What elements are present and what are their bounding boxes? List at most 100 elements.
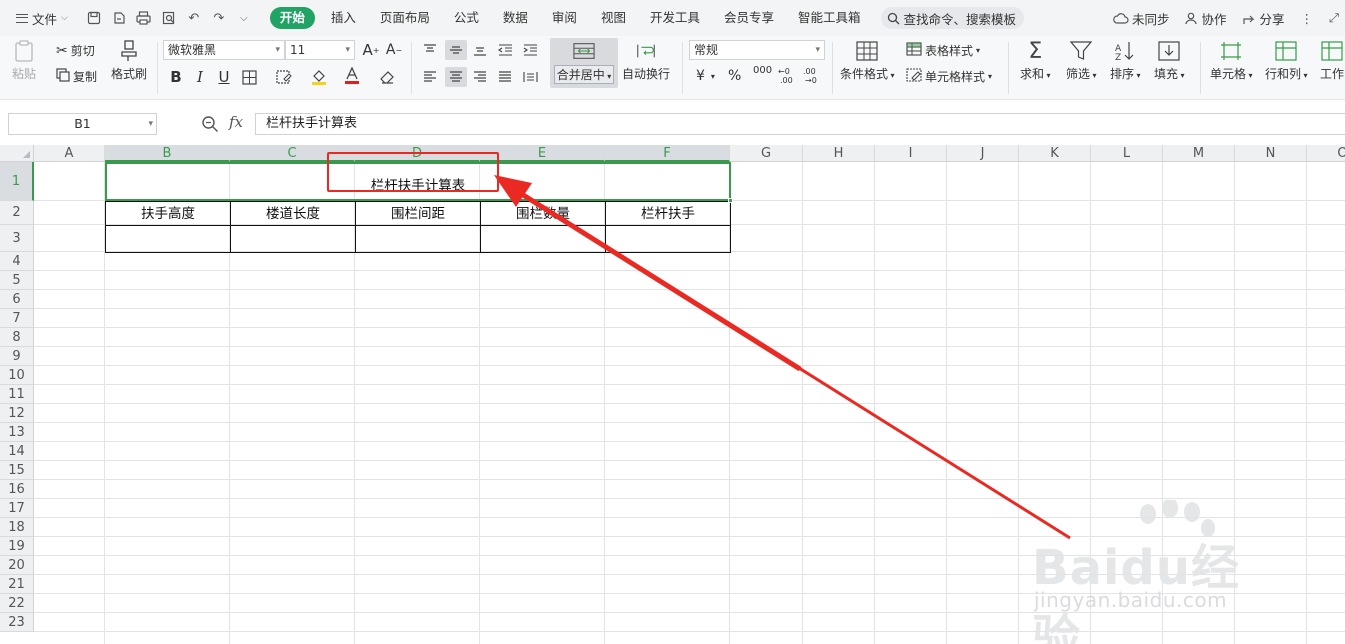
print-icon[interactable]: [136, 10, 152, 26]
merge-center-button[interactable]: 合并居中 ▾: [552, 40, 616, 84]
more-icon[interactable]: ⋮: [1300, 11, 1313, 26]
distributed-align-icon[interactable]: [521, 68, 539, 86]
align-top-icon[interactable]: [421, 41, 439, 59]
font-name-value: 微软雅黑: [168, 43, 217, 57]
svg-text:.00: .00: [780, 76, 793, 84]
paste-button[interactable]: 粘贴: [12, 40, 36, 82]
fill-pattern-icon[interactable]: [275, 68, 293, 86]
annotation-arrow: [494, 175, 1071, 540]
tab-view[interactable]: 视图: [589, 7, 638, 29]
worksheet-button[interactable]: 工作: [1320, 40, 1344, 82]
underline-icon[interactable]: U: [215, 68, 233, 86]
format-painter-button[interactable]: 格式刷: [111, 40, 147, 82]
save-icon[interactable]: [86, 10, 102, 26]
chevron-down-icon: ▾: [345, 45, 350, 55]
spreadsheet-grid[interactable]: A B C D E F G H I J K L M N O 1 2 3 4 5 6 7 8 9 10 11 12 13 14 15 16 17…: [0, 145, 1345, 644]
decrease-decimal-icon[interactable]: .00 →0: [803, 66, 819, 84]
cloud-icon: [1113, 13, 1129, 24]
align-center-icon[interactable]: [445, 67, 467, 87]
thousands-separator-button[interactable]: 000: [753, 66, 772, 76]
svg-text:→0: →0: [805, 76, 817, 84]
svg-text:←0: ←0: [778, 67, 790, 76]
currency-format-button[interactable]: ¥ ▾: [696, 68, 715, 84]
font-color-icon[interactable]: [343, 67, 361, 85]
print-preview-icon[interactable]: [161, 10, 177, 26]
percent-format-button[interactable]: %: [728, 68, 741, 84]
number-format-select[interactable]: 常规 ▾: [689, 40, 825, 60]
tab-smart-toolbox[interactable]: 智能工具箱: [786, 7, 873, 29]
align-right-icon[interactable]: [471, 68, 489, 86]
copy-label: 复制: [73, 70, 98, 84]
sort-label: 排序 ▾: [1110, 67, 1141, 81]
redo-icon[interactable]: ↷: [211, 10, 227, 26]
copy-icon: [56, 68, 70, 85]
tab-review[interactable]: 审阅: [540, 7, 589, 29]
tab-data[interactable]: 数据: [491, 7, 540, 29]
clipboard-icon: [13, 40, 35, 62]
italic-icon[interactable]: I: [191, 68, 209, 86]
cell-button[interactable]: 单元格 ▾: [1210, 40, 1253, 82]
tab-page-layout[interactable]: 页面布局: [368, 7, 442, 29]
fill-label: 填充 ▾: [1154, 67, 1185, 81]
filter-label: 筛选 ▾: [1066, 67, 1097, 81]
collaborate-button[interactable]: 协作: [1185, 9, 1226, 28]
increase-decimal-icon[interactable]: ←0.00: [778, 66, 794, 84]
table-style-button[interactable]: 表格样式 ▾: [906, 42, 980, 59]
decrease-font-icon[interactable]: A −: [385, 41, 403, 59]
name-box[interactable]: B1 ▾: [8, 113, 157, 135]
wrap-text-button[interactable]: 自动换行: [622, 40, 670, 82]
increase-font-icon[interactable]: A +: [362, 41, 380, 59]
cell-icon: [1220, 40, 1242, 62]
tab-developer[interactable]: 开发工具: [638, 7, 712, 29]
undo-icon[interactable]: ↶: [186, 10, 202, 26]
ribbon: 粘贴 ✂ 剪切 复制 格式刷 微软雅黑 ▾ 11 ▾ A+ A− B I U: [0, 36, 1345, 100]
font-size-select[interactable]: 11 ▾: [285, 40, 355, 60]
conditional-format-button[interactable]: 条件格式 ▾: [840, 40, 895, 82]
decrease-indent-icon[interactable]: [496, 41, 514, 59]
collapse-ribbon-icon[interactable]: ⤢: [1329, 10, 1339, 26]
export-icon[interactable]: [111, 10, 127, 26]
number-format-value: 常规: [694, 43, 719, 57]
cell-style-button[interactable]: 单元格样式 ▾: [906, 68, 992, 85]
font-size-value: 11: [290, 43, 306, 57]
conditional-format-label: 条件格式 ▾: [840, 67, 895, 81]
increase-indent-icon[interactable]: [521, 41, 539, 59]
insert-function-button[interactable]: fx: [229, 113, 243, 131]
ribbon-divider: [157, 42, 158, 94]
borders-icon[interactable]: [240, 68, 258, 86]
collaborate-label: 协作: [1201, 11, 1227, 27]
sort-button[interactable]: AZ 排序 ▾: [1110, 40, 1141, 82]
zoom-icon[interactable]: [201, 115, 219, 133]
funnel-icon: [1070, 40, 1093, 62]
command-search-label: 查找命令、搜索模板: [903, 11, 1017, 27]
tab-formulas[interactable]: 公式: [442, 7, 491, 29]
align-middle-icon[interactable]: [445, 40, 467, 60]
file-menu[interactable]: 文件 ⌵: [0, 9, 76, 28]
clear-format-icon[interactable]: [378, 68, 396, 86]
cut-button[interactable]: ✂ 剪切: [56, 42, 95, 59]
bold-icon[interactable]: B: [167, 68, 185, 86]
align-bottom-icon[interactable]: [471, 41, 489, 59]
copy-button[interactable]: 复制: [56, 68, 97, 85]
tab-member[interactable]: 会员专享: [712, 7, 786, 29]
fill-color-icon[interactable]: [310, 68, 328, 86]
tab-home[interactable]: 开始: [269, 7, 315, 29]
share-button[interactable]: 分享: [1242, 9, 1284, 28]
worksheet-icon: [1321, 40, 1343, 62]
fill-button[interactable]: 填充 ▾: [1154, 40, 1185, 82]
font-name-select[interactable]: 微软雅黑 ▾: [163, 40, 285, 60]
sum-button[interactable]: Σ 求和 ▾: [1020, 39, 1051, 82]
customize-toolbar-icon[interactable]: ⌵: [236, 10, 252, 26]
align-left-icon[interactable]: [421, 68, 439, 86]
formula-input[interactable]: 栏杆扶手计算表: [255, 113, 1345, 135]
chevron-down-icon: ⌵: [61, 13, 68, 23]
command-search[interactable]: 查找命令、搜索模板: [880, 7, 1025, 29]
ribbon-tabs: 开始 插入 页面布局 公式 数据 审阅 视图 开发工具 会员专享 智能工具箱: [269, 7, 873, 29]
tab-insert[interactable]: 插入: [319, 7, 368, 29]
wrap-text-icon: [635, 40, 657, 62]
menu-icon: [16, 13, 28, 23]
justify-icon[interactable]: [496, 68, 514, 86]
filter-button[interactable]: 筛选 ▾: [1066, 40, 1097, 82]
row-column-button[interactable]: 行和列 ▾: [1265, 40, 1308, 82]
sync-button[interactable]: 未同步: [1113, 9, 1169, 28]
